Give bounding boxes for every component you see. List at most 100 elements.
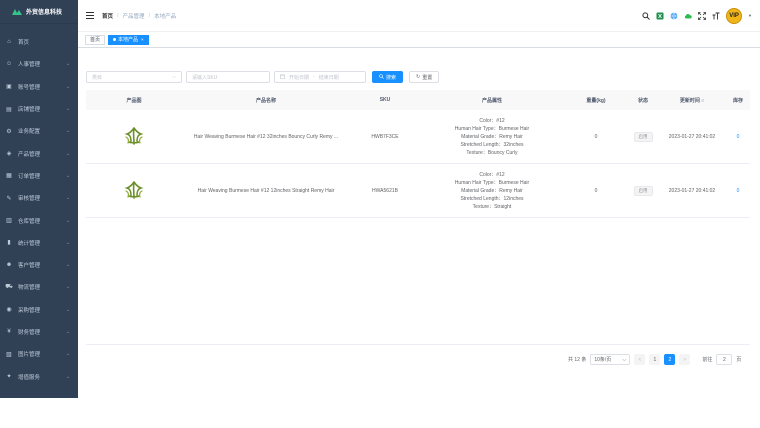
attribute-line: Texture：Straight bbox=[472, 203, 512, 210]
sidebar-item-12[interactable]: ◉ 采购管理 ⌄ bbox=[0, 299, 78, 321]
chevron-down-icon: ⌄ bbox=[65, 61, 70, 68]
refresh-icon: ↻ bbox=[416, 74, 421, 80]
warehouse-icon: ▥ bbox=[6, 218, 12, 225]
status-badge: 启用 bbox=[633, 185, 653, 196]
status-cell: 启用 bbox=[628, 185, 658, 196]
column-header-sku: SKU bbox=[379, 97, 391, 103]
font-size-icon[interactable] bbox=[712, 12, 720, 20]
goto-label: 前往 bbox=[702, 357, 713, 363]
brand-logo-icon bbox=[12, 8, 22, 16]
avatar[interactable]: VIP bbox=[726, 7, 743, 24]
sidebar-item-label: 人事管理 bbox=[18, 62, 41, 69]
stock-link[interactable]: 0 bbox=[737, 188, 740, 194]
sidebar-item-1[interactable]: ☺ 人事管理 ⌄ bbox=[0, 53, 78, 75]
chevron-down-icon: ⌄ bbox=[65, 239, 70, 246]
product-image[interactable] bbox=[121, 125, 147, 147]
column-header-updated[interactable]: 更新时间⇵ bbox=[658, 97, 726, 104]
sidebar-item-0[interactable]: ⌂ 首页 bbox=[0, 31, 78, 53]
category-select[interactable]: 类目 ⌵ bbox=[86, 71, 182, 83]
sidebar-item-label: 客户管理 bbox=[18, 263, 41, 270]
column-header-updated-label: 更新时间 bbox=[679, 97, 700, 104]
sidebar-item-11[interactable]: ⛟ 物流管理 ⌄ bbox=[0, 276, 78, 298]
stock-link[interactable]: 0 bbox=[737, 134, 740, 140]
chart-icon: ▮ bbox=[7, 240, 11, 247]
goto-page-input[interactable]: 2 bbox=[716, 354, 733, 365]
product-name: Hair Weaving Burmese Hair #12 12inches S… bbox=[197, 187, 335, 194]
sidebar-item-14[interactable]: ▧ 图片管理 ⌄ bbox=[0, 343, 78, 365]
sidebar-item-6[interactable]: ▦ 订单管理 ⌄ bbox=[0, 165, 78, 187]
product-image[interactable] bbox=[121, 179, 147, 201]
navbar: 首页 / 产品管理 / 本地产品 VIP ▼ bbox=[78, 0, 760, 32]
chevron-down-icon: ⌄ bbox=[65, 351, 70, 358]
sidebar-item-10[interactable]: ☻ 客户管理 ⌄ bbox=[0, 254, 78, 276]
stock-cell: 0 bbox=[726, 188, 750, 194]
table-header: 产品图 产品名称 SKU 产品属性 重量(kg) 状态 更新时间⇵ 库存 bbox=[86, 90, 750, 110]
sidebar-item-15[interactable]: ✦ 增值服务 ⌄ bbox=[0, 365, 78, 387]
chevron-down-icon: ⌄ bbox=[65, 128, 70, 135]
brand[interactable]: 外贸信息科技 bbox=[0, 0, 78, 24]
app-root: 外贸信息科技 ⌂ 首页 ☺ 人事管理 ⌄ ▣ 账号管理 ⌄ ▤ 店铺管理 ⌄ ⚙ 业务配置 ⌄ ◈ 产品管理 ⌄… bbox=[0, 0, 760, 428]
search-icon[interactable] bbox=[642, 11, 650, 20]
column-header-weight: 重量(kg) bbox=[586, 97, 606, 104]
product-sku: HWA5621B bbox=[372, 187, 398, 194]
product-icon: ◈ bbox=[6, 151, 12, 158]
date-end-placeholder: 结束日期 bbox=[318, 74, 339, 81]
main-content: 类目 ⌵ 请输入SKU 开始日期 - 结束日期 搜索 ↻ 重置 产品图 产品名称… bbox=[78, 48, 760, 398]
fullscreen-icon[interactable] bbox=[698, 11, 706, 20]
navbar-right: VIP ▼ bbox=[642, 7, 752, 24]
search-icon bbox=[379, 73, 384, 81]
brand-title: 外贸信息科技 bbox=[26, 10, 63, 16]
cloud-icon[interactable] bbox=[684, 12, 692, 20]
customer-icon: ☻ bbox=[5, 262, 13, 269]
attribute-line: Color：#12 bbox=[479, 117, 505, 124]
sidebar-item-label: 产品管理 bbox=[18, 151, 41, 158]
date-separator: - bbox=[313, 74, 315, 80]
sidebar-item-label: 增值服务 bbox=[18, 374, 41, 381]
sidebar-item-3[interactable]: ▤ 店铺管理 ⌄ bbox=[0, 98, 78, 120]
attribute-line: Stretched Length：12inches bbox=[460, 195, 524, 202]
sku-input[interactable]: 请输入SKU bbox=[186, 71, 270, 83]
reset-button[interactable]: ↻ 重置 bbox=[409, 71, 440, 83]
user-group-icon: ☺ bbox=[5, 61, 13, 68]
header: 首页 / 产品管理 / 本地产品 VIP ▼ 首页 本地产品 × bbox=[78, 0, 760, 48]
sidebar-item-label: 仓库管理 bbox=[18, 218, 41, 225]
excel-icon[interactable] bbox=[656, 12, 664, 20]
next-page-button[interactable]: > bbox=[679, 354, 691, 365]
table-row[interactable]: Hair Weaving Burmese Hair #12 32inches B… bbox=[86, 110, 750, 164]
sidebar-item-label: 账号管理 bbox=[18, 84, 41, 91]
hamburger-icon[interactable] bbox=[86, 12, 94, 19]
sidebar-item-7[interactable]: ✎ 审核管理 ⌄ bbox=[0, 187, 78, 209]
chevron-down-icon: ⌄ bbox=[65, 306, 70, 313]
sidebar-item-label: 首页 bbox=[18, 40, 30, 47]
date-range-picker[interactable]: 开始日期 - 结束日期 bbox=[274, 71, 366, 83]
product-image-cell bbox=[86, 125, 182, 149]
sidebar-item-5[interactable]: ◈ 产品管理 ⌄ bbox=[0, 142, 78, 164]
tag-home[interactable]: 首页 bbox=[85, 34, 106, 45]
sidebar-item-9[interactable]: ▮ 统计管理 ⌄ bbox=[0, 232, 78, 254]
sidebar-item-2[interactable]: ▣ 账号管理 ⌄ bbox=[0, 76, 78, 98]
globe-icon[interactable] bbox=[670, 11, 678, 20]
table-row[interactable]: Hair Weaving Burmese Hair #12 12inches S… bbox=[86, 164, 750, 218]
attribute-line: Stretched Length：32inches bbox=[460, 141, 524, 148]
page-button-2[interactable]: 2 bbox=[664, 354, 676, 365]
breadcrumb-item-home[interactable]: 首页 bbox=[102, 12, 113, 20]
close-icon[interactable]: × bbox=[141, 37, 144, 42]
tag-label: 首页 bbox=[90, 37, 101, 43]
sort-icon[interactable]: ⇵ bbox=[701, 98, 704, 103]
search-button[interactable]: 搜索 bbox=[372, 71, 404, 83]
sidebar-item-4[interactable]: ⚙ 业务配置 ⌄ bbox=[0, 120, 78, 142]
caret-down-icon[interactable]: ▼ bbox=[748, 13, 752, 18]
sidebar-item-label: 店铺管理 bbox=[18, 107, 41, 114]
sidebar-item-label: 订单管理 bbox=[18, 173, 41, 180]
prev-page-button[interactable]: < bbox=[634, 354, 646, 365]
chevron-down-icon: ⌄ bbox=[65, 217, 70, 224]
order-icon: ▦ bbox=[6, 173, 12, 180]
sidebar-item-label: 采购管理 bbox=[18, 307, 41, 314]
sidebar-item-8[interactable]: ▥ 仓库管理 ⌄ bbox=[0, 209, 78, 231]
page-button-1[interactable]: 1 bbox=[649, 354, 661, 365]
sidebar-item-13[interactable]: ¥ 财务管理 ⌄ bbox=[0, 321, 78, 343]
page-size-select[interactable]: 10条/页 ⌵ bbox=[590, 354, 631, 365]
product-image-cell bbox=[86, 179, 182, 203]
tag-local-products[interactable]: 本地产品 × bbox=[108, 34, 149, 45]
image-icon: ▧ bbox=[6, 351, 12, 358]
